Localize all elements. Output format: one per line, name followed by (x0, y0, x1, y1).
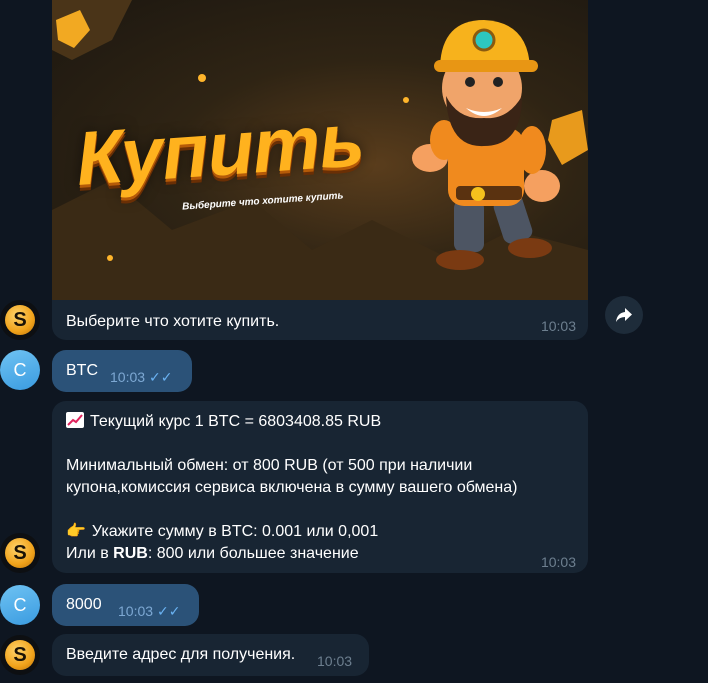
bot-avatar[interactable]: S (0, 300, 40, 340)
bot-avatar-logo: S (5, 538, 35, 568)
double-check-icon: ✓✓ (149, 369, 173, 385)
message-time: 10:03 (540, 554, 576, 570)
bot-rate-message[interactable]: Текущий курс 1 BTC = 6803408.85 RUB Мини… (52, 401, 588, 573)
amount-rub-line: Или в RUB: 800 или большее значение (66, 545, 359, 562)
bot-avatar-logo: S (5, 305, 35, 335)
forward-button[interactable] (605, 296, 643, 334)
bot-address-message[interactable]: Введите адрес для получения. 10:03 (52, 634, 369, 676)
user-message-amount[interactable]: 8000 10:03 ✓✓ (52, 584, 199, 626)
min-exchange-line: Минимальный обмен: от 800 RUB (от 500 пр… (66, 457, 473, 474)
message-time: 10:03 (317, 653, 353, 669)
message-text: BTC (66, 362, 98, 379)
user-avatar-letter: C (13, 594, 27, 615)
message-text: Введите адрес для получения. (66, 646, 296, 663)
buy-banner-image[interactable]: Купить Выберите что хотите купить (52, 0, 588, 300)
user-avatar[interactable]: C (0, 350, 40, 390)
user-avatar[interactable]: C (0, 585, 40, 625)
chart-increasing-icon (66, 412, 84, 428)
message-text: 8000 (66, 596, 102, 613)
bot-avatar-logo: S (5, 640, 35, 670)
rate-line: Текущий курс 1 BTC = 6803408.85 RUB (90, 413, 382, 430)
message-time: 10:03 (110, 369, 146, 385)
message-text: Выберите что хотите купить. (66, 313, 280, 330)
message-time: 10:03 (540, 318, 576, 334)
bot-avatar[interactable]: S (0, 533, 40, 573)
user-avatar-letter: C (13, 359, 27, 380)
user-message-btc[interactable]: BTC 10:03 ✓✓ (52, 350, 192, 392)
amount-btc-line: Укажите сумму в BTC: 0.001 или 0,001 (91, 523, 379, 540)
share-arrow-icon (616, 308, 632, 322)
coupon-line: купона,комиссия сервиса включена в сумму… (66, 479, 518, 496)
bot-avatar[interactable]: S (0, 635, 40, 675)
bot-image-message[interactable]: Купить Выберите что хотите купить Выбери… (52, 0, 588, 340)
double-check-icon: ✓✓ (157, 603, 181, 619)
miner-character (412, 20, 560, 270)
pointing-hand-icon: 👉 (66, 523, 86, 540)
message-time: 10:03 (118, 603, 154, 619)
